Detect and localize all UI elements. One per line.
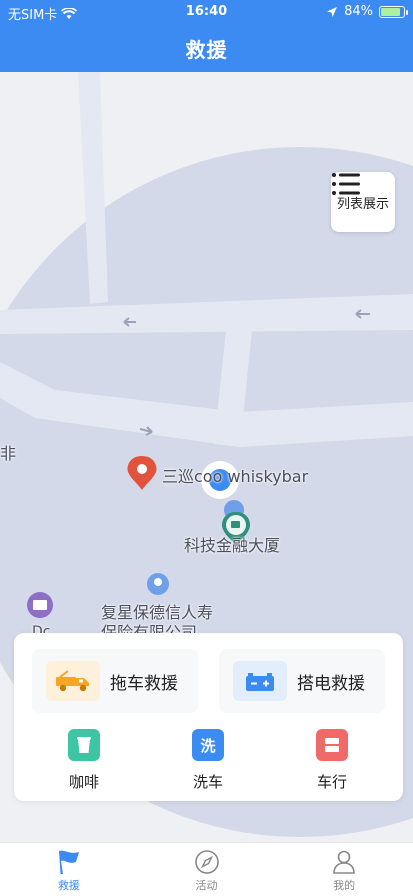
top-bar: 无SIM卡 16:40 84% 救援 <box>0 0 413 72</box>
tab-rescue-label: 救援 <box>57 879 80 892</box>
tow-rescue-label: 拖车救援 <box>110 673 178 694</box>
poi-label-whiskybar[interactable]: 三巡coo whiskybar <box>162 463 308 487</box>
tab-rescue[interactable]: 救援 <box>0 843 138 896</box>
carwash-icon: 洗 <box>192 729 224 761</box>
status-right: 84% <box>326 4 408 19</box>
status-bar: 无SIM卡 16:40 84% <box>0 0 413 24</box>
service-coffee[interactable]: 咖啡 <box>44 729 124 792</box>
list-icon <box>332 173 360 195</box>
service-dealer[interactable]: 车行 <box>292 729 372 792</box>
page-title: 救援 <box>185 38 228 62</box>
cup-icon <box>68 729 100 761</box>
service-carwash-label: 洗车 <box>192 773 223 791</box>
tab-activity[interactable]: 活动 <box>138 843 276 896</box>
flag-icon <box>58 850 79 874</box>
tow-rescue-button[interactable]: 拖车救援 <box>32 649 198 713</box>
list-view-button[interactable]: 列表展示 <box>331 172 395 232</box>
battery-percent: 84% <box>344 4 373 19</box>
jump-start-label: 搭电救援 <box>297 673 365 694</box>
tab-bar: 救援 活动 我的 <box>0 842 413 896</box>
tab-activity-label: 活动 <box>195 879 218 892</box>
store-icon <box>316 729 348 761</box>
compass-icon <box>194 850 219 874</box>
battery-icon <box>379 5 408 18</box>
jump-start-button[interactable]: 搭电救援 <box>219 649 385 713</box>
user-icon <box>333 850 355 874</box>
location-arrow-icon <box>327 6 338 17</box>
tab-mine[interactable]: 我的 <box>275 843 413 896</box>
service-card: 拖车救援 搭电救援 咖啡 洗 洗车 车行 <box>14 633 403 801</box>
tab-mine-label: 我的 <box>333 879 356 892</box>
map-edge-label-left: 非 <box>0 444 17 463</box>
car-battery-icon <box>233 661 287 701</box>
service-coffee-label: 咖啡 <box>68 773 99 791</box>
tow-truck-icon <box>46 661 100 701</box>
service-dealer-label: 车行 <box>316 773 347 791</box>
poi-label-tower[interactable]: 科技金融大厦 <box>184 532 280 556</box>
service-carwash[interactable]: 洗 洗车 <box>168 729 248 792</box>
